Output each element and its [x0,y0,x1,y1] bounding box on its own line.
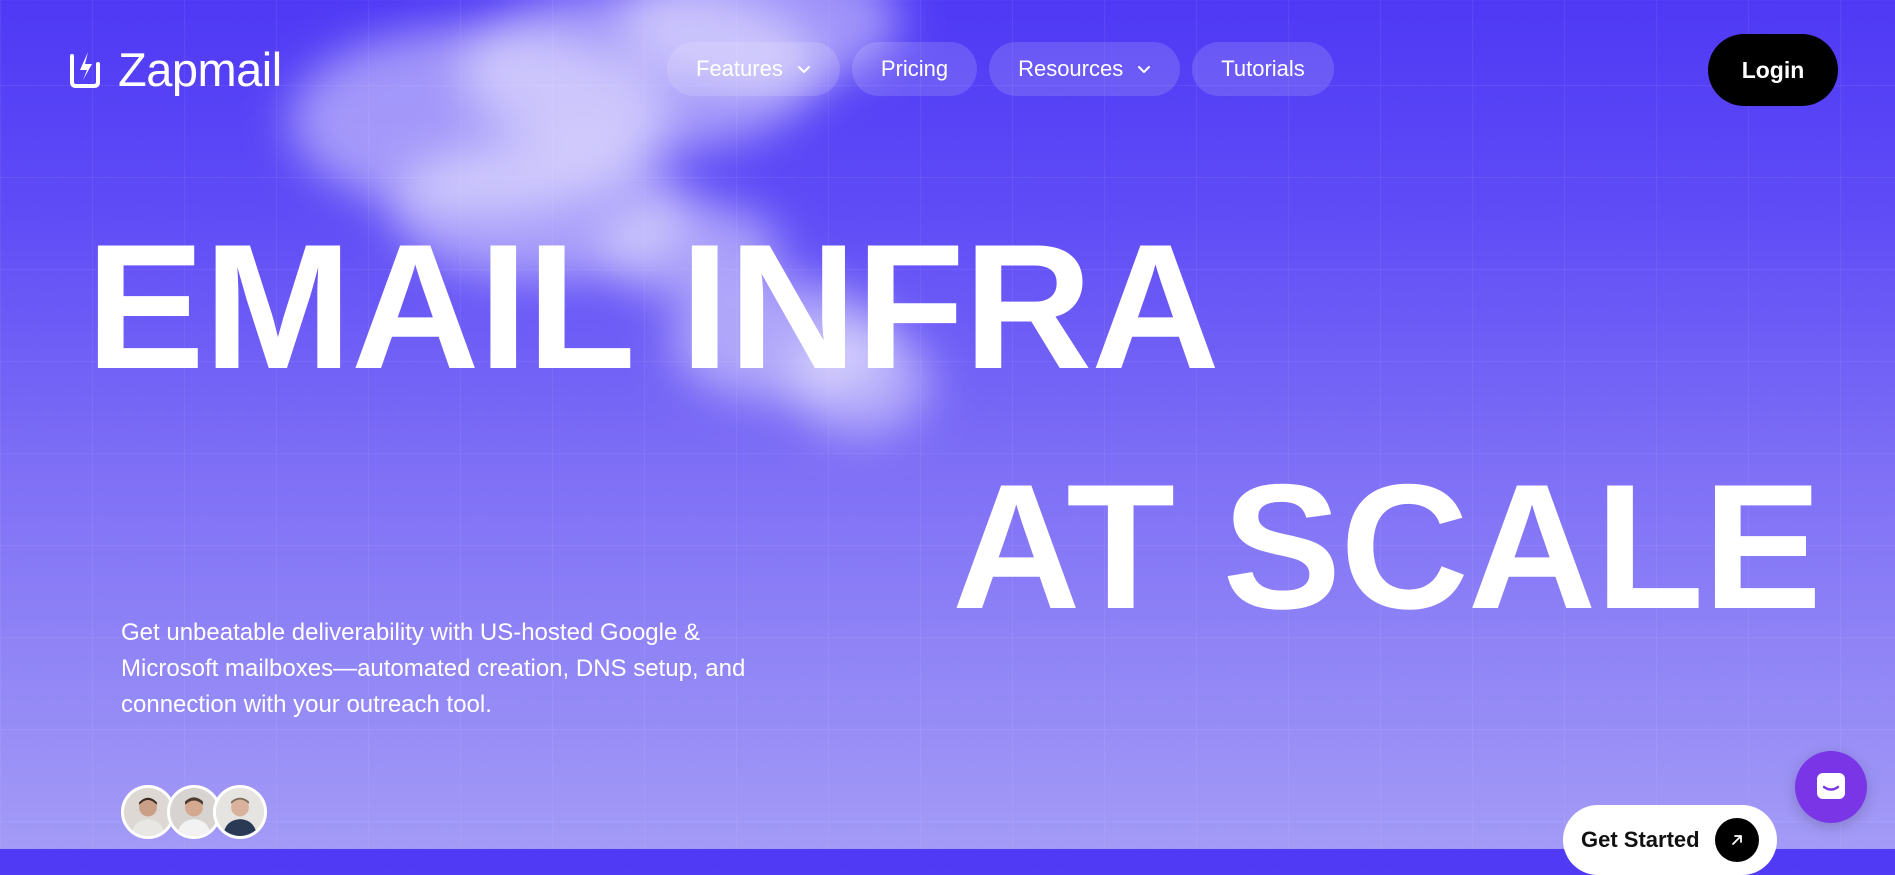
nav-item-tutorials[interactable]: Tutorials [1192,42,1334,96]
power-bolt-icon [70,51,100,88]
avatar [213,785,267,839]
chat-bubble-icon [1817,773,1845,799]
nav-item-label: Tutorials [1221,56,1305,81]
avatar-group [121,785,267,839]
nav-item-label: Pricing [880,56,949,81]
nav-item-resources[interactable]: Resources [989,42,1181,96]
get-started-label: Get Started [1581,827,1700,852]
arrow-up-right-icon [1715,818,1759,862]
nav-item-label: Features [696,56,783,81]
brand-logo[interactable]: Zapmail [62,46,282,93]
main-nav: Features Pricing Resources Tutorials [667,42,1334,96]
nav-item-label: Resources [1018,56,1124,81]
chat-widget-button[interactable] [1795,751,1867,823]
nav-item-features[interactable]: Features [667,42,840,96]
hero-headline-line1: EMAIL INFRA [86,207,1220,406]
chevron-down-icon [797,66,810,73]
brand-name: Zapmail [118,43,282,96]
hero-headline-line2: AT SCALE [952,447,1822,646]
login-button[interactable]: Login [1708,34,1838,106]
chevron-down-icon [1138,66,1151,73]
nav-item-pricing[interactable]: Pricing [851,42,978,96]
hero-subtext: Get unbeatable deliverability with US-ho… [121,619,746,718]
get-started-button[interactable]: Get Started [1563,805,1777,875]
